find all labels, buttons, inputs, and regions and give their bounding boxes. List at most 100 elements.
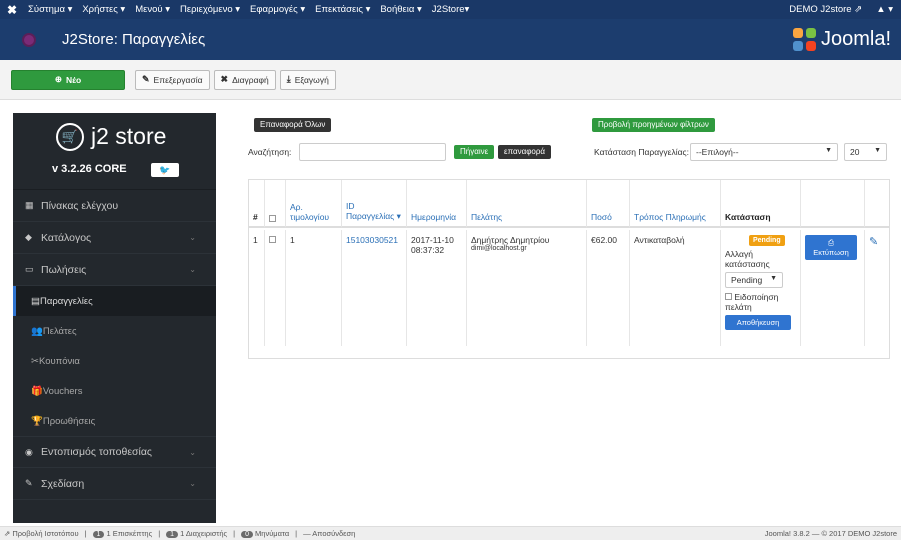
sidebar: 🛒 j2 store v 3.2.26 CORE 🐦 ▦ Πίνακας ελέ… <box>13 113 216 523</box>
sidebar-item-localisation[interactable]: ◉ Εντοπισμός τοποθεσίας ⌄ <box>13 436 216 468</box>
limit-select[interactable]: 20 ▼ <box>844 143 887 161</box>
component-icon <box>22 32 36 47</box>
status-filter-value: --Επιλογή-- <box>696 147 739 157</box>
col-header-status: Κατάσταση <box>721 180 801 228</box>
orders-table: # Αρ. τιμολογίου ID Παραγγελίας ▾ Ημερομ… <box>248 179 890 359</box>
col-header-customer[interactable]: Πελάτης <box>467 180 587 228</box>
divider: | <box>84 529 87 538</box>
divider: | <box>233 529 236 538</box>
menu-content[interactable]: Περιεχόμενο ▾ <box>180 4 240 15</box>
globe-icon: ◉ <box>25 446 33 457</box>
export-button[interactable]: ⤓ Εξαγωγή <box>279 69 336 90</box>
edit-button-label: Επεξεργασία <box>153 74 203 85</box>
caret-down-icon: ▼ <box>874 147 881 154</box>
sidebar-item-label: Πελάτες <box>42 325 77 337</box>
logout-link[interactable]: — Αποσύνδεση <box>303 529 355 538</box>
view-site-link[interactable]: ⇗ Προβολή Ιστοτόπου <box>4 529 79 538</box>
joomla-menu-icon[interactable]: ✖ <box>0 3 24 17</box>
sidebar-item-orders[interactable]: ▤ Παραγγελίες <box>13 286 216 316</box>
change-status-label: Αλλαγή κατάστασης <box>725 249 770 269</box>
caret-down-icon: ▼ <box>825 147 832 154</box>
reset-button[interactable]: επαναφορά <box>498 145 552 159</box>
status-filter-label: Κατάσταση Παραγγελίας: <box>594 147 689 157</box>
sidebar-item-label: Εντοπισμός τοποθεσίας <box>41 446 152 458</box>
site-link[interactable]: DEMO J2store ⇗ <box>789 4 862 15</box>
table-row-customer-cell: Δημήτρης Δημητρίου dimi@localhost.gr <box>467 230 587 346</box>
joomla-wordmark: Joomla! <box>820 28 891 50</box>
menu-help[interactable]: Βοήθεια ▾ <box>380 4 421 15</box>
delete-button[interactable]: ✖ Διαγραφή <box>213 69 276 90</box>
status-filter-select[interactable]: --Επιλογή-- ▼ <box>690 143 838 161</box>
menu-extensions[interactable]: Επεκτάσεις ▾ <box>315 4 370 15</box>
customers-icon: 👥 <box>31 325 43 337</box>
sidebar-item-dashboard[interactable]: ▦ Πίνακας ελέγχου <box>13 190 216 222</box>
edit-button[interactable]: ✎ Επεξεργασία <box>135 69 210 90</box>
save-status-button[interactable]: Αποθήκευση <box>725 315 791 330</box>
select-all-checkbox[interactable] <box>269 215 276 222</box>
go-button[interactable]: Πήγαινε <box>454 145 495 159</box>
edit-icon[interactable]: ✎ <box>869 236 878 248</box>
menu-system[interactable]: Σύστημα ▾ <box>28 4 72 15</box>
menu-users[interactable]: Χρήστες ▾ <box>82 4 125 15</box>
col-header-payment[interactable]: Τρόπος Πληρωμής <box>630 180 721 228</box>
coupons-icon: ✂ <box>31 355 39 367</box>
sidebar-item-customers[interactable]: 👥 Πελάτες <box>13 316 216 346</box>
status-select[interactable]: Pending ▼ <box>725 272 783 288</box>
sidebar-item-promotions[interactable]: 🏆 Προωθήσεις <box>13 406 216 436</box>
sidebar-item-label: Κατάλογος <box>41 231 92 244</box>
print-button[interactable]: ⎙ Εκτύπωση <box>805 235 857 260</box>
advanced-filters-button[interactable]: Προβολή προηγμένων φίλτρων <box>592 118 715 132</box>
messages-link[interactable]: 0 Μηνύματα <box>241 529 289 538</box>
col-header-num: # <box>249 180 265 228</box>
chevron-down-icon: ⌄ <box>189 447 196 457</box>
col-header-amount[interactable]: Ποσό <box>587 180 630 228</box>
sidebar-item-catalog[interactable]: ◆ Κατάλογος ⌄ <box>13 222 216 254</box>
sidebar-item-label: Vouchers <box>42 385 83 397</box>
user-menu[interactable]: ▲ ▾ <box>876 4 893 15</box>
messages-badge: 0 <box>241 531 254 538</box>
admins-count: 11 Διαχειριστής <box>166 529 227 538</box>
new-button[interactable]: ⊕ Νέο <box>11 69 125 90</box>
admins-badge: 1 <box>166 531 179 538</box>
col-header-date[interactable]: Ημερομηνία <box>407 180 467 228</box>
edit-icon: ✎ <box>142 74 150 84</box>
divider: | <box>158 529 161 538</box>
table-row-date: 2017-11-10 08:37:32 <box>407 230 467 346</box>
col-header-invoice[interactable]: Αρ. τιμολογίου <box>286 180 342 228</box>
chevron-down-icon: ⌄ <box>189 265 196 274</box>
menu-components[interactable]: Εφαρμογές ▾ <box>250 4 305 15</box>
search-input[interactable] <box>299 143 446 161</box>
page-title: J2Store: Παραγγελίες <box>62 31 206 48</box>
footer-version: Joomla! 3.8.2 — © 2017 DEMO J2store <box>764 529 897 538</box>
design-icon: ✎ <box>25 478 33 488</box>
top-nav: ✖ Σύστημα ▾ Χρήστες ▾ Μενού ▾ Περιεχόμεν… <box>0 0 901 19</box>
twitter-button[interactable]: 🐦 <box>151 163 179 177</box>
sidebar-item-sales[interactable]: ▭ Πωλήσεις ⌄ <box>13 254 216 286</box>
page-header: J2Store: Παραγγελίες Joomla! <box>0 19 901 60</box>
menu-j2store[interactable]: J2Store▾ <box>432 4 470 15</box>
table-row-order-id[interactable]: 15103030521 <box>342 230 407 346</box>
visitors-count: 11 Επισκέπτης <box>92 529 152 538</box>
menu-menus[interactable]: Μενού ▾ <box>135 4 170 15</box>
sidebar-item-label: Πωλήσεις <box>41 263 87 276</box>
sidebar-item-coupons[interactable]: ✂ Κουπόνια <box>13 346 216 376</box>
notify-customer-checkbox[interactable] <box>725 293 732 300</box>
table-row-num: 1 <box>249 230 265 346</box>
tag-icon: ◆ <box>25 232 32 242</box>
sidebar-item-vouchers[interactable]: 🎁 Vouchers <box>13 376 216 406</box>
delete-icon: ✖ <box>220 74 229 84</box>
download-icon: ⤓ <box>286 74 291 84</box>
col-header-print <box>801 180 865 228</box>
table-row-invoice: 1 <box>286 230 342 346</box>
caret-down-icon: ▼ <box>770 275 777 282</box>
new-button-label: Νέο <box>65 74 82 85</box>
row-checkbox[interactable] <box>269 236 276 243</box>
col-header-order-id[interactable]: ID Παραγγελίας ▾ <box>342 180 407 228</box>
sidebar-item-label: Σχεδίαση <box>41 477 85 490</box>
table-row-checkbox-cell <box>265 230 286 346</box>
customer-email: dimi@localhost.gr <box>471 245 527 252</box>
print-button-label: Εκτύπωση <box>813 248 849 257</box>
reset-all-button[interactable]: Επαναφορά Όλων <box>254 118 332 132</box>
sidebar-item-design[interactable]: ✎ Σχεδίαση ⌄ <box>13 468 216 500</box>
view-site-label: Προβολή Ιστοτόπου <box>12 529 79 538</box>
